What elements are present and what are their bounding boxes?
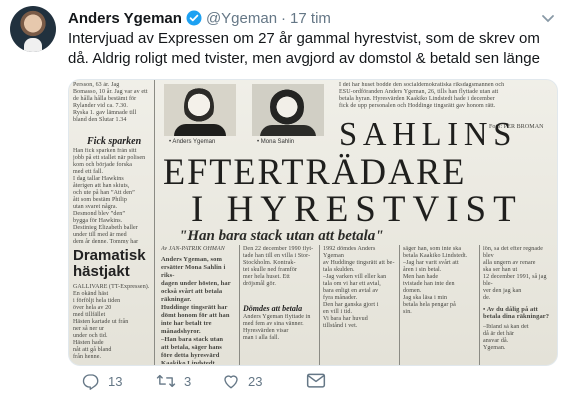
reply-button[interactable]: 13 bbox=[82, 372, 122, 390]
tweet-timestamp[interactable]: 17 tim bbox=[290, 10, 331, 27]
tweet-image[interactable]: Persson, 63 år. Jag Bomasso, 10 år. Jag … bbox=[68, 79, 558, 366]
chevron-down-icon[interactable] bbox=[540, 10, 556, 26]
retweet-icon bbox=[156, 372, 176, 390]
author-name[interactable]: Anders Ygeman bbox=[68, 10, 182, 27]
headline-line-1: SAHLINS bbox=[339, 116, 518, 153]
retweet-count: 3 bbox=[184, 373, 192, 389]
headline-line-3: I HYRESTVIST bbox=[191, 189, 523, 230]
heart-icon bbox=[222, 372, 240, 390]
verified-badge-icon bbox=[186, 10, 202, 26]
tweet-header: Anders Ygeman @Ygeman · 17 tim bbox=[68, 8, 331, 28]
caption-ygeman: • Anders Ygeman bbox=[169, 139, 216, 145]
left-headline: Dramatisk hästjakt bbox=[73, 247, 146, 280]
photo-ygeman bbox=[164, 84, 236, 136]
like-button[interactable]: 23 bbox=[222, 372, 262, 390]
reply-count: 13 bbox=[108, 373, 123, 389]
like-count: 23 bbox=[248, 373, 263, 389]
envelope-icon bbox=[306, 372, 326, 390]
tweet-text: Intervjuad av Expressen om 27 år gammal … bbox=[68, 30, 540, 67]
separator-dot: · bbox=[281, 9, 287, 27]
byline: Av JAN-PATRIK ÖHMAN bbox=[161, 246, 225, 252]
mid-subhead: Dömdes att betala bbox=[243, 304, 303, 313]
right-subhead: • Av du dålig på att betala dina räkning… bbox=[483, 306, 550, 320]
tweet-card: Anders Ygeman @Ygeman · 17 tim Intervjua… bbox=[0, 0, 566, 403]
pull-quote: "Han bara stack utan att betala" bbox=[179, 228, 384, 244]
profile-avatar[interactable] bbox=[10, 6, 56, 52]
tweet-actions: 13 3 23 bbox=[68, 372, 556, 394]
reply-icon bbox=[82, 372, 100, 390]
newspaper-clipping: Persson, 63 år. Jag Bomasso, 10 år. Jag … bbox=[69, 80, 557, 365]
caption-sahlin: • Mona Sahlin bbox=[257, 139, 295, 145]
photo-sahlin bbox=[252, 84, 324, 136]
dm-button[interactable] bbox=[306, 372, 326, 390]
retweet-button[interactable]: 3 bbox=[156, 372, 191, 390]
left-subhead: Fick sparken bbox=[87, 136, 142, 147]
author-handle[interactable]: @Ygeman bbox=[206, 10, 277, 27]
